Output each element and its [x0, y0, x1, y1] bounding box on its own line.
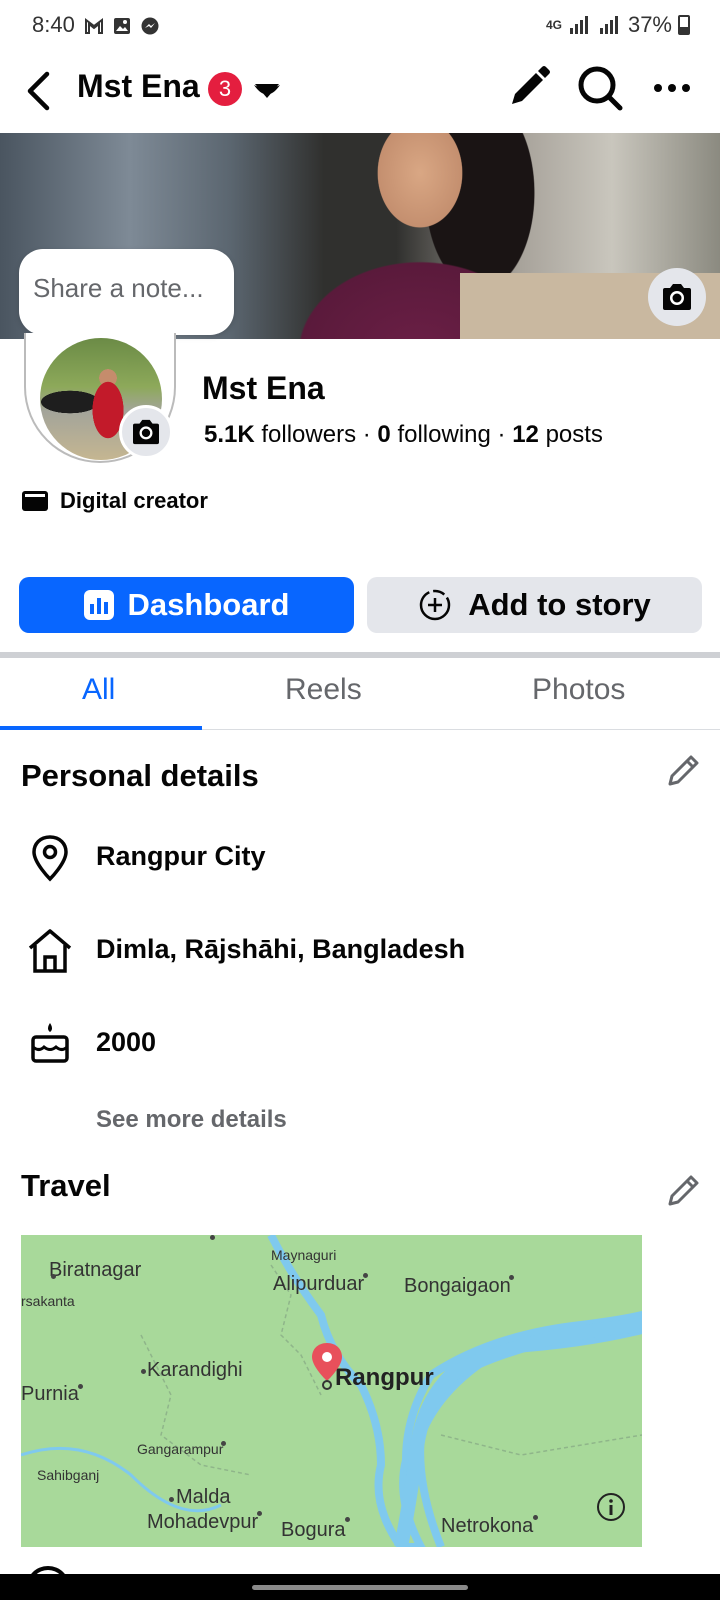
edit-pencil-icon[interactable] [664, 1170, 704, 1210]
camera-icon [663, 284, 691, 310]
category-label: Digital creator [60, 488, 208, 513]
tab-active-indicator [0, 726, 202, 730]
signal-icon-2 [599, 16, 618, 34]
travel-map[interactable]: Biratnagar rsakanta Maynaguri Alipurduar… [21, 1235, 642, 1547]
map-label-sahibganj: Sahibganj [37, 1467, 100, 1483]
travel-title: Travel [21, 1168, 111, 1203]
see-more-details-link[interactable]: See more details [96, 1106, 287, 1134]
add-to-story-label: Add to story [468, 587, 651, 622]
posts-label: posts [545, 421, 603, 448]
battery-icon [678, 15, 690, 35]
category-row: Digital creator [22, 488, 208, 514]
tab-all[interactable]: All [82, 673, 115, 707]
profile-stats: 5.1K followers · 0 following · 12 posts [204, 421, 603, 448]
battery-percent: 37% [627, 12, 672, 37]
detail-row-hometown: Dimla, Rājshāhi, Bangladesh [26, 926, 465, 976]
map-label-netrokona: Netrokona [441, 1515, 534, 1537]
map-label-bogura: Bogura [281, 1519, 346, 1541]
map-label-gangarampur: Gangarampur [137, 1441, 224, 1457]
gmail-icon [85, 18, 103, 34]
gallery-icon [114, 18, 130, 34]
add-circle-icon [419, 589, 451, 621]
home-gesture-pill[interactable] [252, 1585, 468, 1590]
add-to-story-button[interactable]: Add to story [367, 577, 702, 633]
cake-icon [31, 1023, 69, 1063]
map-label-mohadevpur: Mohadevpur [147, 1511, 259, 1533]
following-label[interactable]: following [397, 421, 490, 448]
map-label-biratnagar: Biratnagar [49, 1259, 142, 1281]
pencil-icon[interactable] [502, 62, 554, 114]
detail-hometown: Dimla, Rājshāhi, Bangladesh [96, 934, 466, 964]
notification-badge: 3 [208, 72, 242, 106]
chevron-down-icon[interactable] [252, 80, 282, 102]
more-icon[interactable] [646, 62, 698, 114]
clapperboard-icon [22, 491, 48, 511]
search-icon[interactable] [574, 62, 626, 114]
profile-name: Mst Ena [202, 370, 325, 406]
header-title[interactable]: Mst Ena [77, 68, 200, 105]
map-label-bongaigaon: Bongaigaon [404, 1275, 511, 1297]
following-count[interactable]: 0 [377, 421, 390, 448]
detail-birth-year: 2000 [96, 1027, 157, 1057]
map-label-malda: Malda [176, 1486, 231, 1508]
map-label-rsakanta: rsakanta [21, 1293, 75, 1309]
personal-details-title: Personal details [21, 758, 259, 793]
map-label-purnia: Purnia [21, 1383, 79, 1405]
map-label-alipurduar: Alipurduar [273, 1273, 365, 1295]
network-type: 4G [545, 17, 562, 32]
map-marker-icon[interactable] [309, 1341, 345, 1391]
avatar-camera-button[interactable] [119, 405, 173, 459]
tab-photos[interactable]: Photos [532, 673, 625, 707]
dashboard-label: Dashboard [127, 587, 290, 622]
share-note-bubble[interactable]: Share a note... [19, 249, 234, 335]
detail-current-city: Rangpur City [96, 841, 266, 871]
home-icon [28, 929, 72, 973]
map-label-maynaguri: Maynaguri [271, 1247, 337, 1263]
messenger-icon [141, 17, 159, 35]
detail-row-current-city: Rangpur City [26, 833, 266, 883]
edit-pencil-icon[interactable] [664, 750, 704, 790]
profile-tabs: All Reels Photos [0, 658, 720, 730]
dashboard-chart-icon [83, 590, 114, 620]
tab-reels[interactable]: Reels [285, 673, 362, 707]
dashboard-button[interactable]: Dashboard [19, 577, 354, 633]
status-time: 8:40 [32, 12, 75, 37]
info-icon[interactable] [595, 1491, 627, 1523]
cover-camera-button[interactable] [648, 268, 706, 326]
status-bar: 8:40 4G 37% [0, 0, 720, 52]
back-arrow-icon[interactable] [20, 66, 60, 116]
signal-icon [569, 16, 588, 34]
location-pin-icon [32, 835, 68, 882]
share-note-placeholder: Share a note... [33, 273, 204, 303]
followers-label[interactable]: followers [261, 421, 356, 448]
followers-count[interactable]: 5.1K [204, 421, 255, 448]
posts-count: 12 [512, 421, 539, 448]
map-label-karandighi: Karandighi [147, 1359, 243, 1381]
map-label-rangpur: Rangpur [335, 1364, 434, 1391]
top-header: Mst Ena 3 [0, 52, 720, 132]
camera-icon [133, 419, 159, 445]
detail-row-birth-year: 2000 [26, 1019, 156, 1069]
